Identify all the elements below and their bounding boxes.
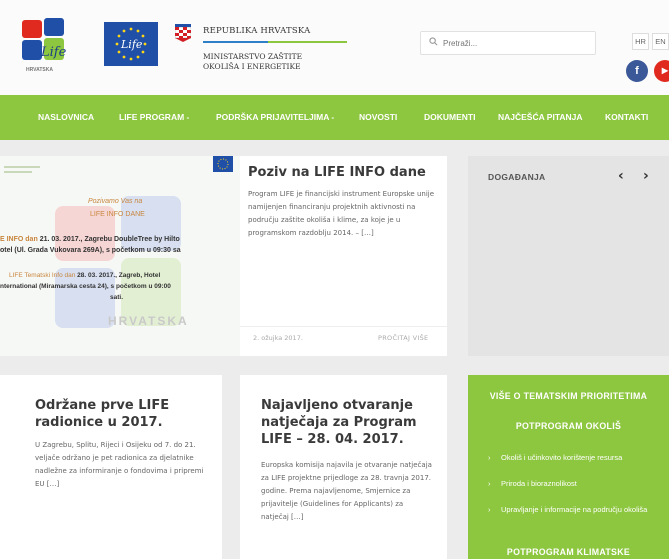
post-card: Održane prve LIFE radionice u 2017. U Za… — [0, 375, 222, 559]
eu-life-logo[interactable]: Life — [104, 22, 158, 66]
featured-post-excerpt: Program LIFE je financijski instrument E… — [248, 190, 435, 237]
post-excerpt: Europska komisija najavila je otvaranje … — [261, 461, 432, 521]
ministry-line-2: OKOLIŠA I ENERGETIKE — [203, 62, 301, 71]
nav-life-program[interactable]: LIFE PROGRAM - — [119, 95, 189, 140]
post-card: Najavljeno otvaranje natječaja za Progra… — [240, 375, 447, 559]
image-watermark-text: HRVATSKA — [108, 314, 189, 328]
events-title: DOGAĐANJA — [488, 172, 546, 182]
lang-hr-button[interactable]: HR — [632, 33, 649, 50]
post-title-line-1: Održane prve LIFE — [35, 398, 170, 413]
nav-podrska-prijaviteljima[interactable]: PODRŠKA PRIJAVITELJIMA - — [216, 95, 334, 140]
card-divider — [240, 326, 447, 327]
chevron-right-icon: › — [488, 479, 491, 488]
read-more-link[interactable]: PROČITAJ VIŠE — [378, 334, 428, 342]
priorities-title: VIŠE O TEMATSKIM PRIORITETIMA — [489, 391, 648, 401]
priority-item[interactable]: › Priroda i bioraznolikost — [488, 479, 666, 489]
eu-flag-icon — [213, 156, 233, 172]
life-logo[interactable]: Life HRVATSKA — [22, 18, 84, 74]
post-title-line-2: radionice u 2017. — [35, 415, 163, 430]
small-logos — [4, 166, 44, 180]
image-line-5: sati. — [110, 294, 124, 301]
post-title-line-3: LIFE – 28. 04. 2017. — [261, 432, 404, 447]
post-title-line-1: Najavljeno otvaranje — [261, 398, 413, 413]
priority-item[interactable]: › Okoliš i učinkovito korištenje resursa — [488, 453, 666, 463]
republic-name: REPUBLIKA HRVATSKA — [203, 26, 311, 36]
lang-en-button[interactable]: EN — [652, 33, 669, 50]
ministry-name: MINISTARSTVO ZAŠTITE OKOLIŠA I ENERGETIK… — [203, 52, 353, 72]
priority-item-label: Okoliš i učinkovito korištenje resursa — [501, 453, 623, 462]
nav-kontakti[interactable]: KONTAKTI — [605, 95, 648, 140]
search-box[interactable] — [420, 31, 596, 55]
image-line-2: otel (Ul. Grada Vukovara 269A), s početk… — [0, 247, 181, 254]
youtube-icon[interactable]: ▶ — [654, 60, 669, 82]
image-line-3a: LIFE Tematski Info dan — [9, 272, 76, 279]
search-icon — [429, 37, 438, 49]
image-line-1: E INFO dan 21. 03. 2017., Zagrebu Double… — [0, 236, 180, 243]
priority-item[interactable]: › Upravljanje i informacije na području … — [488, 505, 666, 515]
events-widget: DOGAĐANJA ‹ › — [468, 156, 669, 356]
ministry-line-1: MINISTARSTVO ZAŠTITE — [203, 52, 303, 61]
nav-naslovnica[interactable]: NASLOVNICA — [38, 95, 94, 140]
priority-item-label: Upravljanje i informacije na području ok… — [501, 505, 648, 514]
eu-logo-text: Life — [120, 38, 143, 51]
header-divider — [203, 41, 347, 43]
events-prev-button[interactable]: ‹ — [618, 168, 624, 184]
post-title[interactable]: Održane prve LIFE radionice u 2017. — [35, 397, 169, 431]
life-logo-text: Life — [40, 45, 67, 60]
nav-dokumenti[interactable]: DOKUMENTI — [424, 95, 475, 140]
image-line-1b: 21. 03. 2017., Zagrebu DoubleTree by Hil… — [39, 236, 180, 243]
post-title-line-2: natječaja za Program — [261, 415, 417, 430]
image-line-3: LIFE Tematski Info dan 28. 03. 2017., Za… — [9, 272, 160, 279]
invite-line-1: Pozivamo Vas na — [88, 198, 143, 205]
subprogram-environment-title[interactable]: POTPROGRAM OKOLIŠ — [468, 421, 669, 431]
nav-novosti[interactable]: NOVOSTI — [359, 95, 397, 140]
featured-post-title[interactable]: Poziv na LIFE INFO dane — [248, 164, 426, 181]
image-line-1a: E INFO dan — [0, 236, 38, 243]
coat-of-arms-icon — [175, 24, 191, 42]
search-input[interactable] — [443, 38, 583, 48]
featured-post-card: Pozivamo Vas na LIFE INFO DANE E INFO da… — [0, 156, 447, 356]
post-title[interactable]: Najavljeno otvaranje natječaja za Progra… — [261, 397, 417, 448]
featured-post-image[interactable]: Pozivamo Vas na LIFE INFO DANE E INFO da… — [0, 156, 240, 356]
site-header: Life HRVATSKA Life REPUBLIKA HRVATSKA MI… — [0, 0, 669, 95]
invite-line-2: LIFE INFO DANE — [90, 211, 145, 218]
facebook-icon[interactable]: f — [626, 60, 648, 82]
priority-item-label: Priroda i bioraznolikost — [501, 479, 577, 488]
post-excerpt: U Zagrebu, Splitu, Rijeci i Osijeku od 7… — [35, 441, 204, 488]
image-line-3b: 28. 03. 2017., Zagreb, Hotel — [77, 272, 161, 279]
life-logo-subtext: HRVATSKA — [26, 67, 53, 73]
subprogram-climate-title[interactable]: POTPROGRAM KLIMATSKE — [468, 547, 669, 557]
events-next-button[interactable]: › — [643, 168, 649, 184]
chevron-right-icon: › — [488, 453, 491, 462]
thematic-priorities-widget: VIŠE O TEMATSKIM PRIORITETIMA POTPROGRAM… — [468, 375, 669, 559]
main-nav: NASLOVNICA LIFE PROGRAM - PODRŠKA PRIJAV… — [0, 95, 669, 140]
chevron-right-icon: › — [488, 505, 491, 514]
featured-post-date: 2. ožujka 2017. — [253, 334, 303, 342]
nav-najcesca-pitanja[interactable]: NAJČEŠĆA PITANJA — [498, 95, 583, 140]
image-line-4: nternational (Miramarska cesta 24), s po… — [0, 283, 171, 290]
